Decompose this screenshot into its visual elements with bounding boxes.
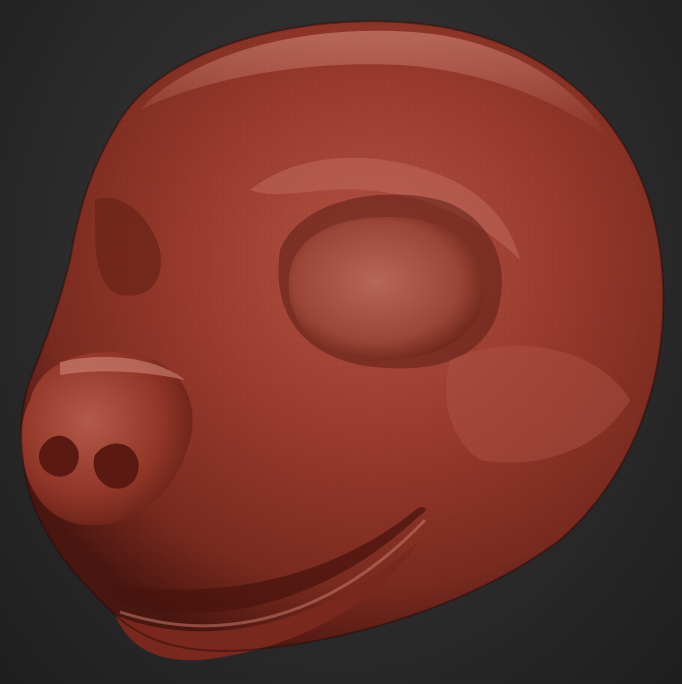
eye-socket — [288, 217, 485, 360]
sculpt-render — [20, 20, 665, 661]
sculpt-viewport[interactable] — [0, 0, 682, 684]
